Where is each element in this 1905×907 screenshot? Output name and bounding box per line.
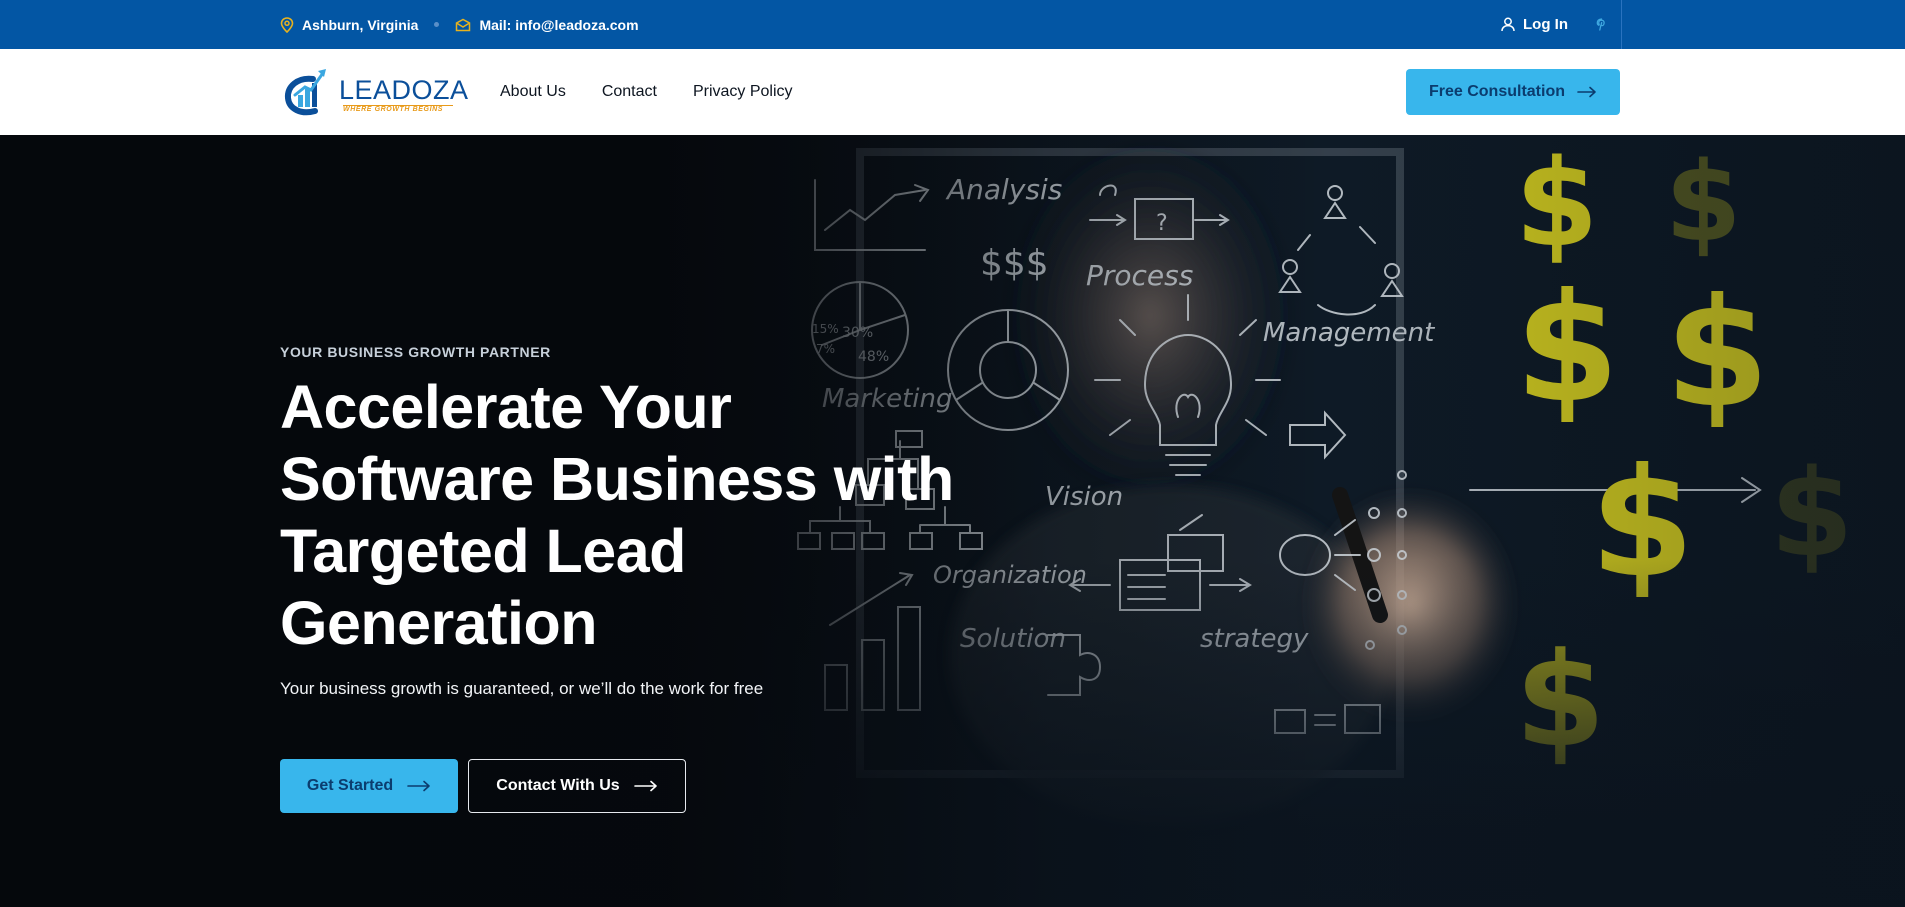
dollar-sign-decoration: $ bbox=[1770, 445, 1854, 584]
main-nav: About Us Contact Privacy Policy bbox=[500, 49, 793, 135]
login-label[interactable]: Log In bbox=[1523, 16, 1568, 33]
logo-wordmark: LEADOZA bbox=[339, 75, 469, 105]
nav-about-us[interactable]: About Us bbox=[500, 83, 566, 101]
location-text: Ashburn, Virginia bbox=[302, 16, 419, 33]
board-word-solution: Solution bbox=[960, 624, 1066, 654]
envelope-icon bbox=[456, 18, 471, 31]
get-started-button[interactable]: Get Started bbox=[280, 759, 458, 813]
topbar-actions: Log In bbox=[1501, 0, 1622, 49]
hero-subline: Your business growth is guaranteed, or w… bbox=[280, 679, 764, 698]
growth-chart-logo-icon bbox=[284, 69, 326, 116]
site-header: LEADOZA WHERE GROWTH BEGINS About Us Con… bbox=[0, 49, 1905, 135]
pinterest-icon[interactable] bbox=[1596, 18, 1607, 31]
dollar-sign-decoration: $ bbox=[1515, 624, 1605, 776]
brand-logo[interactable]: LEADOZA WHERE GROWTH BEGINS bbox=[283, 65, 468, 119]
arrow-right-icon bbox=[633, 780, 657, 792]
arrow-right-icon bbox=[407, 780, 430, 792]
mail-item[interactable]: Mail: info@leadoza.com bbox=[455, 17, 639, 33]
logo-tagline: WHERE GROWTH BEGINS bbox=[343, 106, 444, 113]
contact-with-us-label: Contact With Us bbox=[496, 777, 620, 794]
location-item: Ashburn, Virginia bbox=[280, 17, 418, 33]
nav-privacy-policy[interactable]: Privacy Policy bbox=[693, 83, 793, 101]
hero-headline: Accelerate Your Software Business with T… bbox=[280, 373, 954, 657]
board-pie-7: 7% bbox=[816, 342, 835, 356]
board-pie-48: 48% bbox=[858, 349, 889, 365]
dollar-sign-decoration: $ bbox=[1515, 135, 1599, 274]
top-bar: Ashburn, Virginia Mail: info@leadoza.com… bbox=[0, 0, 1905, 49]
board-word-management: Management bbox=[1263, 318, 1435, 348]
separator-dot bbox=[434, 22, 440, 27]
login-link[interactable]: Log In bbox=[1501, 16, 1568, 33]
social-links bbox=[1596, 0, 1622, 49]
board-pie-15: 15% bbox=[812, 322, 839, 336]
board-word-analysis: Analysis bbox=[945, 173, 1062, 206]
board-word-process: Process bbox=[1086, 259, 1193, 292]
nav-contact[interactable]: Contact bbox=[602, 83, 657, 101]
get-started-label: Get Started bbox=[306, 777, 394, 794]
board-word-vision: Vision bbox=[1045, 482, 1123, 512]
contact-info: Ashburn, Virginia Mail: info@leadoza.com bbox=[280, 0, 639, 49]
mail-text[interactable]: Mail: info@leadoza.com bbox=[479, 17, 638, 33]
hero-section: Analysis $$$ Process 30% 15% 7% 48% ? Ma… bbox=[0, 135, 1905, 907]
user-icon bbox=[1501, 17, 1515, 32]
free-consultation-label: Free Consultation bbox=[1428, 83, 1565, 100]
free-consultation-button[interactable]: Free Consultation bbox=[1406, 69, 1620, 115]
dollar-sign-decoration: $ bbox=[1665, 267, 1769, 441]
hero-eyebrow: YOUR BUSINESS GROWTH PARTNER bbox=[280, 344, 551, 360]
board-pie-30: 30% bbox=[842, 325, 873, 341]
map-pin-icon bbox=[280, 16, 294, 33]
board-question-mark: ? bbox=[1156, 211, 1168, 236]
contact-with-us-button[interactable]: Contact With Us bbox=[468, 759, 686, 813]
board-word-dollars: $$$ bbox=[980, 243, 1049, 284]
dollar-sign-decoration: $ bbox=[1665, 138, 1742, 266]
dollar-sign-decoration: $ bbox=[1515, 262, 1619, 436]
dollar-sign-decoration: $ bbox=[1590, 437, 1694, 611]
arrow-right-icon bbox=[1577, 86, 1596, 98]
board-word-strategy: strategy bbox=[1200, 624, 1309, 654]
